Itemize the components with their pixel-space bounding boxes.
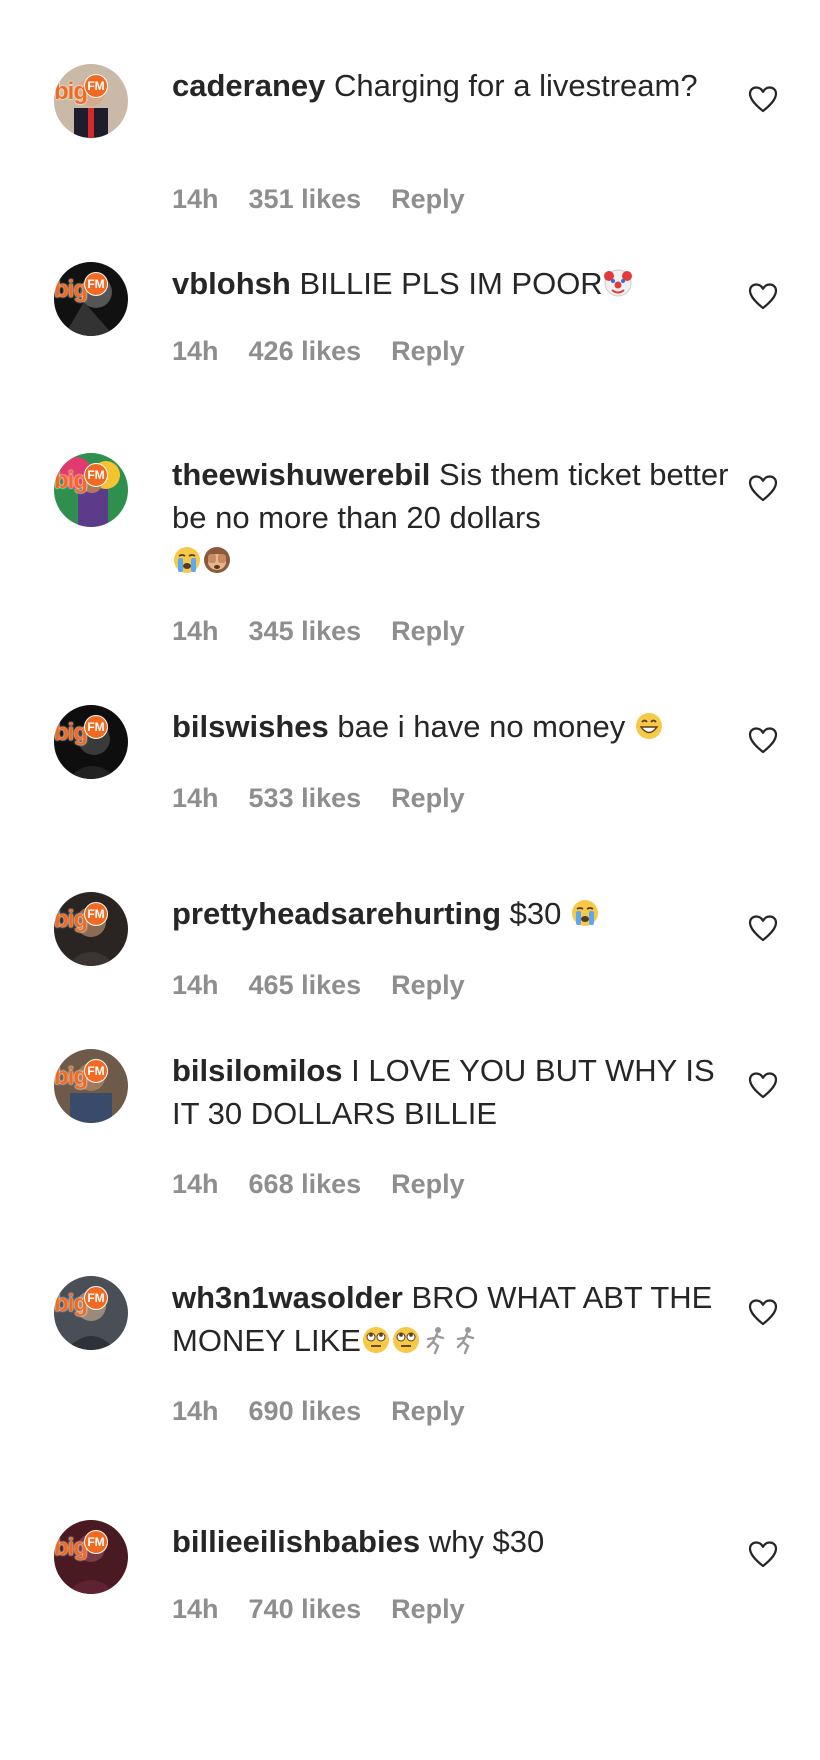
running-person-icon: [456, 1327, 475, 1355]
running-person-icon: [426, 1327, 445, 1355]
reply-button[interactable]: Reply: [391, 1594, 465, 1625]
comment-username[interactable]: billieeilishbabies: [172, 1524, 420, 1559]
reply-button[interactable]: Reply: [391, 1396, 465, 1427]
comment-likes[interactable]: 690 likes: [249, 1396, 362, 1427]
comment-likes[interactable]: 533 likes: [249, 783, 362, 814]
avatar[interactable]: big FM: [54, 453, 128, 527]
comment-likes[interactable]: 351 likes: [249, 184, 362, 215]
avatar[interactable]: big FM: [54, 705, 128, 779]
reply-button[interactable]: Reply: [391, 184, 465, 215]
comment-meta: 14h 668 likes Reply: [172, 1169, 465, 1200]
comment-time: 14h: [172, 616, 219, 646]
comment-username[interactable]: prettyheadsarehurting: [172, 896, 501, 931]
comment-text: billieeilishbabies why $30: [172, 1524, 545, 1559]
heart-icon[interactable]: [748, 282, 778, 310]
avatar[interactable]: big FM: [54, 64, 128, 138]
comment-username[interactable]: wh3n1wasolder: [172, 1280, 403, 1315]
heart-icon[interactable]: [748, 1071, 778, 1099]
comment-meta: 14h 690 likes Reply: [172, 1396, 465, 1427]
comment-text: wh3n1wasolder BRO WHAT ABT THE MONEY LIK…: [172, 1280, 713, 1358]
comment-time: 14h: [172, 783, 219, 813]
comment-username[interactable]: bilswishes: [172, 709, 329, 744]
see-no-evil-monkey-icon: [204, 547, 230, 573]
reply-button[interactable]: Reply: [391, 970, 465, 1001]
avatar[interactable]: big FM: [54, 1276, 128, 1350]
heart-icon[interactable]: [748, 1298, 778, 1326]
heart-icon[interactable]: [748, 726, 778, 754]
avatar[interactable]: big FM: [54, 262, 128, 336]
bigfm-logo: big FM: [54, 1286, 108, 1318]
comment-time: 14h: [172, 336, 219, 366]
avatar[interactable]: big FM: [54, 1520, 128, 1594]
comment-likes[interactable]: 426 likes: [249, 336, 362, 367]
bigfm-logo: big FM: [54, 1530, 108, 1562]
comment-meta: 14h 533 likes Reply: [172, 783, 465, 814]
comment-time: 14h: [172, 1169, 219, 1199]
crying-face-icon: [174, 547, 200, 573]
bigfm-logo: big FM: [54, 902, 108, 934]
bigfm-logo: big FM: [54, 463, 108, 495]
comment-text: prettyheadsarehurting $30: [172, 892, 732, 935]
comment-username[interactable]: caderaney: [172, 68, 325, 103]
comment-time: 14h: [172, 184, 219, 214]
comment-text: bilswishes bae i have no money: [172, 705, 732, 748]
heart-icon[interactable]: [748, 914, 778, 942]
comment-username[interactable]: vblohsh: [172, 266, 291, 301]
bigfm-logo: big FM: [54, 74, 108, 106]
eye-roll-icon: [392, 1327, 419, 1353]
reply-button[interactable]: Reply: [391, 783, 465, 814]
crying-face-icon: [572, 900, 598, 926]
heart-icon[interactable]: [748, 85, 778, 113]
clown-face-icon: [603, 269, 632, 297]
comment-meta: 14h 740 likes Reply: [172, 1594, 465, 1625]
comment-meta: 14h 345 likes Reply: [172, 616, 465, 647]
bigfm-logo: big FM: [54, 272, 108, 304]
avatar[interactable]: big FM: [54, 1049, 128, 1123]
comment-meta: 14h 465 likes Reply: [172, 970, 465, 1001]
comment-likes[interactable]: 668 likes: [249, 1169, 362, 1200]
comment-likes[interactable]: 740 likes: [249, 1594, 362, 1625]
heart-icon[interactable]: [748, 474, 778, 502]
reply-button[interactable]: Reply: [391, 1169, 465, 1200]
comment-meta: 14h 426 likes Reply: [172, 336, 465, 367]
reply-button[interactable]: Reply: [391, 616, 465, 647]
comment-username[interactable]: theewishuwerebil: [172, 457, 430, 492]
bigfm-logo: big FM: [54, 1059, 108, 1091]
bigfm-logo: big FM: [54, 715, 108, 747]
comment-text: theewishuwerebil Sis them ticket better …: [172, 453, 732, 582]
reply-button[interactable]: Reply: [391, 336, 465, 367]
heart-icon[interactable]: [748, 1540, 778, 1568]
comment-time: 14h: [172, 970, 219, 1000]
comment-text: bilsilomilos I LOVE YOU BUT WHY IS IT 30…: [172, 1053, 715, 1131]
eye-roll-icon: [362, 1327, 389, 1353]
comment-username[interactable]: bilsilomilos: [172, 1053, 343, 1088]
comment-text: caderaney Charging for a livestream?: [172, 68, 698, 103]
grinning-face-icon: [635, 713, 662, 739]
avatar[interactable]: big FM: [54, 892, 128, 966]
comment-likes[interactable]: 345 likes: [249, 616, 362, 647]
comment-time: 14h: [172, 1594, 219, 1624]
comment-text: vblohsh BILLIE PLS IM POOR: [172, 262, 732, 305]
comment-meta: 14h 351 likes Reply: [172, 184, 465, 215]
comment-time: 14h: [172, 1396, 219, 1426]
comment-likes[interactable]: 465 likes: [249, 970, 362, 1001]
